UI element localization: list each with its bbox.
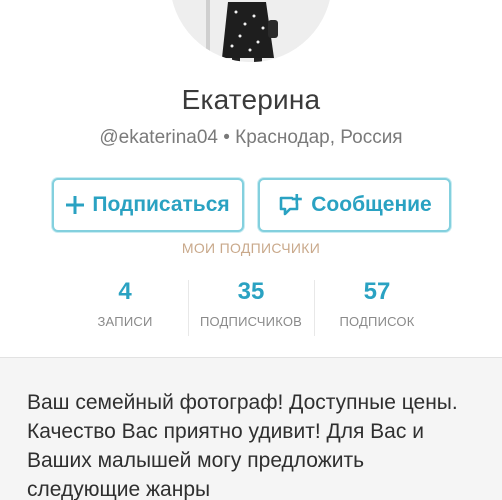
follow-button-label: Подписаться xyxy=(92,193,230,216)
stat-followers[interactable]: 35 подписчиков xyxy=(188,276,314,336)
stat-following-count: 57 xyxy=(363,278,391,305)
message-button[interactable]: Сообщение xyxy=(258,178,451,232)
stat-posts-label: записи xyxy=(97,314,153,329)
bio-section: Ваш семейный фотограф! Доступные цены. К… xyxy=(0,357,502,500)
profile-header: Екатерина @ekaterina04 • Краснодар, Росс… xyxy=(0,0,502,357)
stat-posts[interactable]: 4 записи xyxy=(62,276,188,336)
stat-following[interactable]: 57 подписок xyxy=(314,276,440,336)
plus-icon xyxy=(66,196,85,214)
bio-text: Ваш семейный фотограф! Доступные цены. К… xyxy=(27,391,458,500)
stat-posts-count: 4 xyxy=(118,278,132,305)
follow-button[interactable]: Подписаться xyxy=(52,178,244,232)
my-subscribers-link[interactable]: МОИ ПОДПИСЧИКИ xyxy=(0,240,502,256)
chat-plus-icon xyxy=(277,193,303,217)
stat-followers-label: подписчиков xyxy=(199,314,303,329)
profile-handle-location: @ekaterina04 • Краснодар, Россия xyxy=(99,127,403,148)
profile-stats: 4 записи 35 подписчиков 57 подписок xyxy=(62,276,442,336)
stat-following-label: подписок xyxy=(339,314,415,329)
profile-name: Екатерина xyxy=(181,84,321,115)
stat-followers-count: 35 xyxy=(237,278,265,305)
avatar[interactable] xyxy=(170,0,332,62)
message-button-label: Сообщение xyxy=(311,193,432,216)
